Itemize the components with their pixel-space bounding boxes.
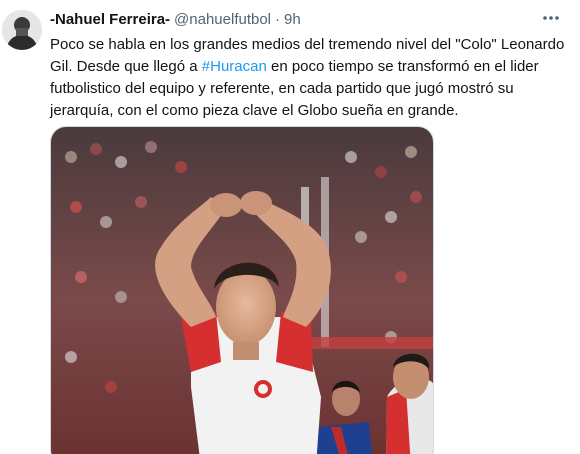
avatar-image	[2, 10, 42, 50]
more-button[interactable]	[538, 8, 564, 28]
timestamp[interactable]: 9h	[284, 11, 301, 28]
tweet-text: Poco se habla en los grandes medios del …	[50, 34, 570, 122]
separator-dot: ·	[275, 11, 281, 28]
hashtag-link[interactable]: #Huracan	[202, 58, 267, 75]
more-horizontal-icon	[543, 16, 559, 20]
tweet[interactable]: -Nahuel Ferreira- @nahuelfutbol · 9h Poc…	[0, 0, 580, 454]
user-handle[interactable]: @nahuelfutbol	[174, 11, 271, 28]
avatar[interactable]	[2, 10, 42, 50]
photo-football-player	[51, 127, 433, 454]
tweet-photo[interactable]	[50, 126, 434, 454]
tweet-header: -Nahuel Ferreira- @nahuelfutbol · 9h	[50, 11, 560, 31]
display-name[interactable]: -Nahuel Ferreira-	[50, 11, 170, 28]
